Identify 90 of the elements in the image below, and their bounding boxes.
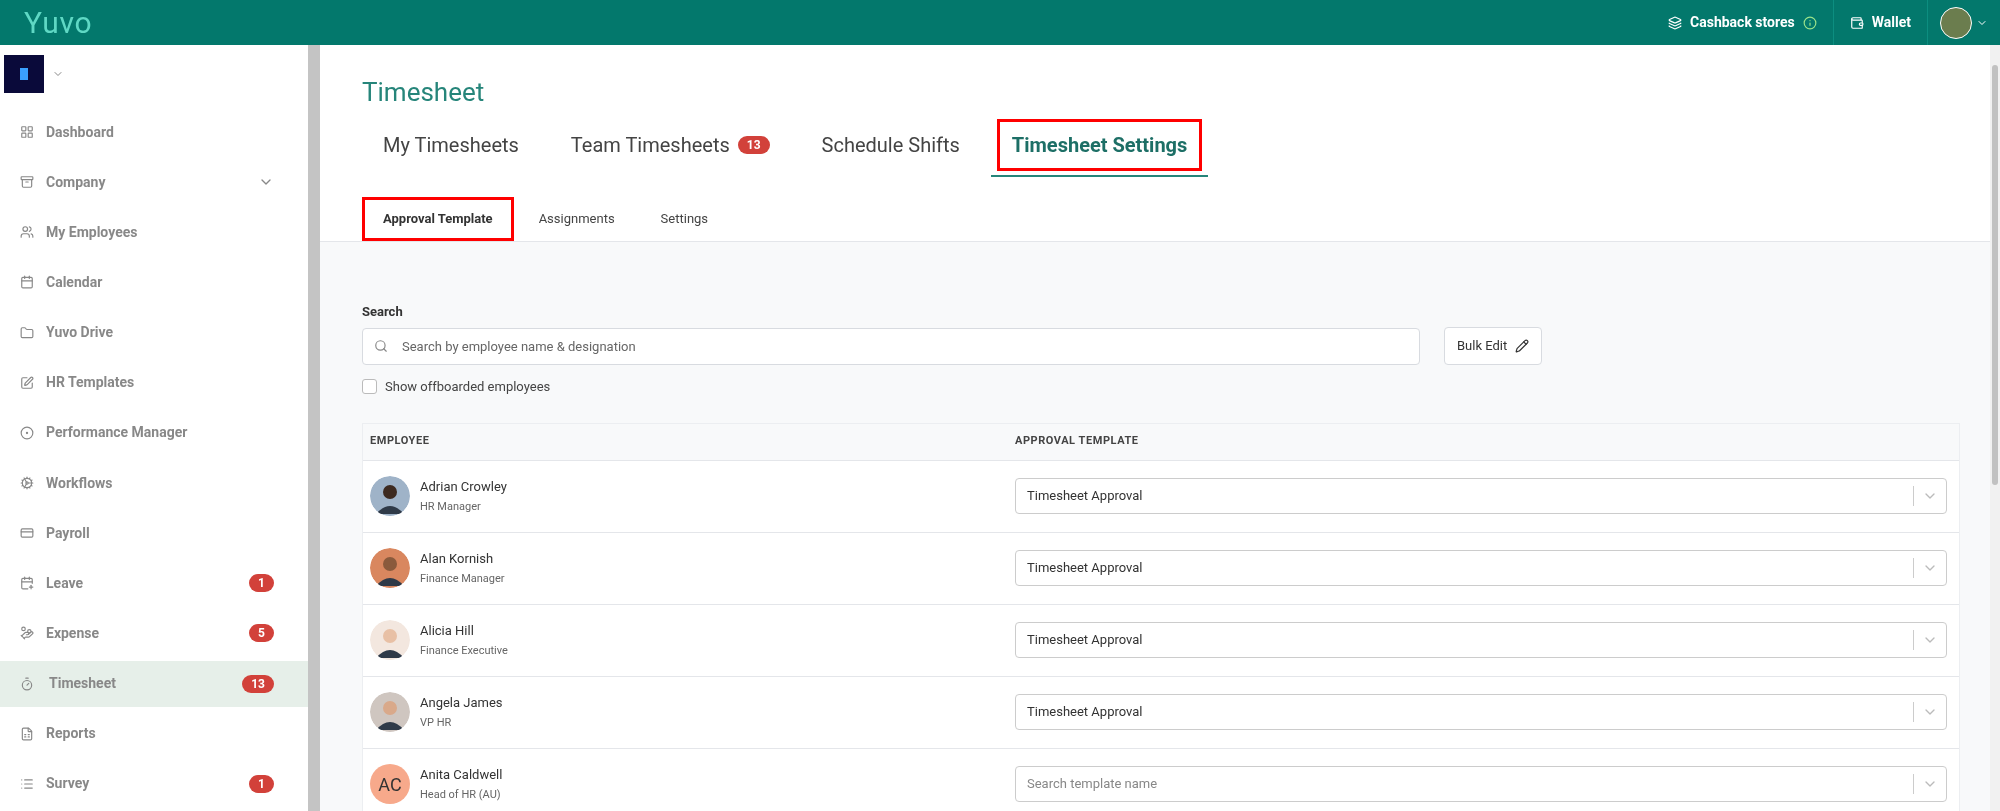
hand-coin-icon [20, 626, 34, 641]
sidebar-label: Dashboard [46, 122, 114, 142]
sidebar-label: Survey [46, 774, 90, 794]
select-value: Timesheet Approval [1027, 559, 1143, 578]
employee-name: Angela James [420, 694, 503, 712]
sidebar-item[interactable]: Workflows [0, 460, 308, 507]
employee-name: Alicia Hill [420, 622, 475, 640]
tab[interactable]: Team Timesheets 13 [549, 119, 791, 177]
sidebar-item[interactable]: My Employees [0, 209, 308, 256]
template-select[interactable]: Timesheet Approval [1015, 694, 1947, 730]
sidebar-label: Reports [46, 724, 96, 744]
avatar: AC [370, 764, 410, 804]
count-badge: 1 [249, 774, 274, 793]
sidebar-item[interactable]: Survey 1 [0, 760, 308, 807]
employee-role: HR Manager [420, 498, 482, 515]
template-select[interactable]: Timesheet Approval [1015, 550, 1947, 586]
pencil-icon [1515, 339, 1530, 353]
sidebar-item[interactable]: HR Templates [0, 359, 308, 406]
edit-icon [20, 375, 34, 390]
sidebar-label: Timesheet [49, 674, 116, 694]
wallet-icon [1849, 15, 1864, 30]
search-label: Search [362, 302, 404, 321]
count-badge: 1 [249, 574, 274, 593]
employee-name: Adrian Crowley [420, 478, 507, 496]
sidebar-label: Yuvo Drive [46, 323, 114, 343]
tab[interactable]: Schedule Shifts [800, 119, 981, 177]
column-header: EMPLOYEE [369, 433, 431, 450]
subtab[interactable]: Settings [639, 197, 730, 241]
employee-name: Alan Kornish [420, 550, 495, 568]
sidebar-label: Leave [46, 573, 84, 593]
employee-role: Finance Manager [420, 570, 505, 587]
sidebar-label: Company [46, 172, 106, 192]
archive-icon [20, 175, 34, 190]
select-value: Timesheet Approval [1027, 703, 1143, 722]
subtab[interactable]: Approval Template [362, 197, 514, 241]
employee-name: Anita Caldwell [420, 766, 503, 784]
employee-role: VP HR [420, 714, 453, 731]
select-placeholder: Search template name [1027, 775, 1158, 794]
page-title: Timesheet [362, 79, 486, 105]
sidebar-label: HR Templates [46, 373, 135, 393]
count-badge: 13 [737, 136, 770, 154]
dashboard-icon [20, 125, 34, 140]
subtab[interactable]: Assignments [517, 197, 636, 241]
logo[interactable]: Yuvo [24, 7, 93, 38]
sidebar-label: Expense [46, 623, 100, 643]
target-icon [20, 425, 34, 440]
sidebar-label: Workflows [46, 473, 113, 493]
sidebar-label: Calendar [46, 273, 103, 292]
sidebar-item[interactable]: Yuvo Drive [0, 309, 308, 356]
search-field[interactable]: Search by employee name & designation [362, 327, 1420, 365]
sidebar-item[interactable]: Company [0, 159, 308, 206]
employee-role: Finance Executive [420, 642, 508, 659]
info-icon [1802, 15, 1817, 30]
user-avatar[interactable] [1940, 6, 1972, 39]
sidebar-item[interactable]: Calendar [0, 259, 308, 306]
spreadsheet-icon [20, 726, 34, 741]
template-select[interactable]: Search template name [1015, 766, 1947, 802]
folder-icon [20, 325, 34, 340]
sidebar-item[interactable]: Payroll [0, 510, 308, 557]
sidebar-item[interactable]: Performance Manager [0, 409, 308, 456]
template-select[interactable]: Timesheet Approval [1015, 622, 1947, 658]
search-icon [374, 338, 388, 353]
count-badge: 5 [249, 624, 274, 643]
stopwatch-icon [20, 676, 34, 691]
tab[interactable]: My Timesheets [362, 119, 540, 177]
select-value: Timesheet Approval [1027, 631, 1143, 650]
column-header: APPROVAL TEMPLATE [1015, 433, 1139, 450]
stack-icon [1668, 15, 1683, 30]
list-icon [20, 776, 34, 791]
sidebar-item[interactable]: Dashboard [0, 109, 308, 156]
gears-icon [20, 476, 34, 491]
sidebar-label: My Employees [46, 222, 138, 242]
card-icon [20, 526, 34, 541]
select-value: Timesheet Approval [1027, 487, 1143, 506]
checkbox[interactable] [362, 379, 377, 395]
users-icon [20, 225, 34, 240]
sidebar-item[interactable]: Leave 1 [0, 560, 308, 607]
company-logo[interactable] [4, 55, 44, 93]
count-badge: 13 [242, 674, 274, 693]
sidebar-label: Performance Manager [46, 423, 188, 443]
sidebar-label: Payroll [46, 523, 90, 543]
checkbox-label: Show offboarded employees [385, 378, 551, 396]
bulk-edit-button[interactable]: Bulk Edit [1444, 327, 1543, 365]
sidebar-item[interactable]: Timesheet 13 [0, 660, 308, 707]
calendar-plus-icon [20, 576, 34, 591]
sidebar-item[interactable]: Expense 5 [0, 610, 308, 657]
sidebar-item[interactable]: Reports [0, 710, 308, 757]
template-select[interactable]: Timesheet Approval [1015, 478, 1947, 514]
employee-role: Head of HR (AU) [420, 786, 502, 803]
calendar-icon [20, 275, 34, 290]
